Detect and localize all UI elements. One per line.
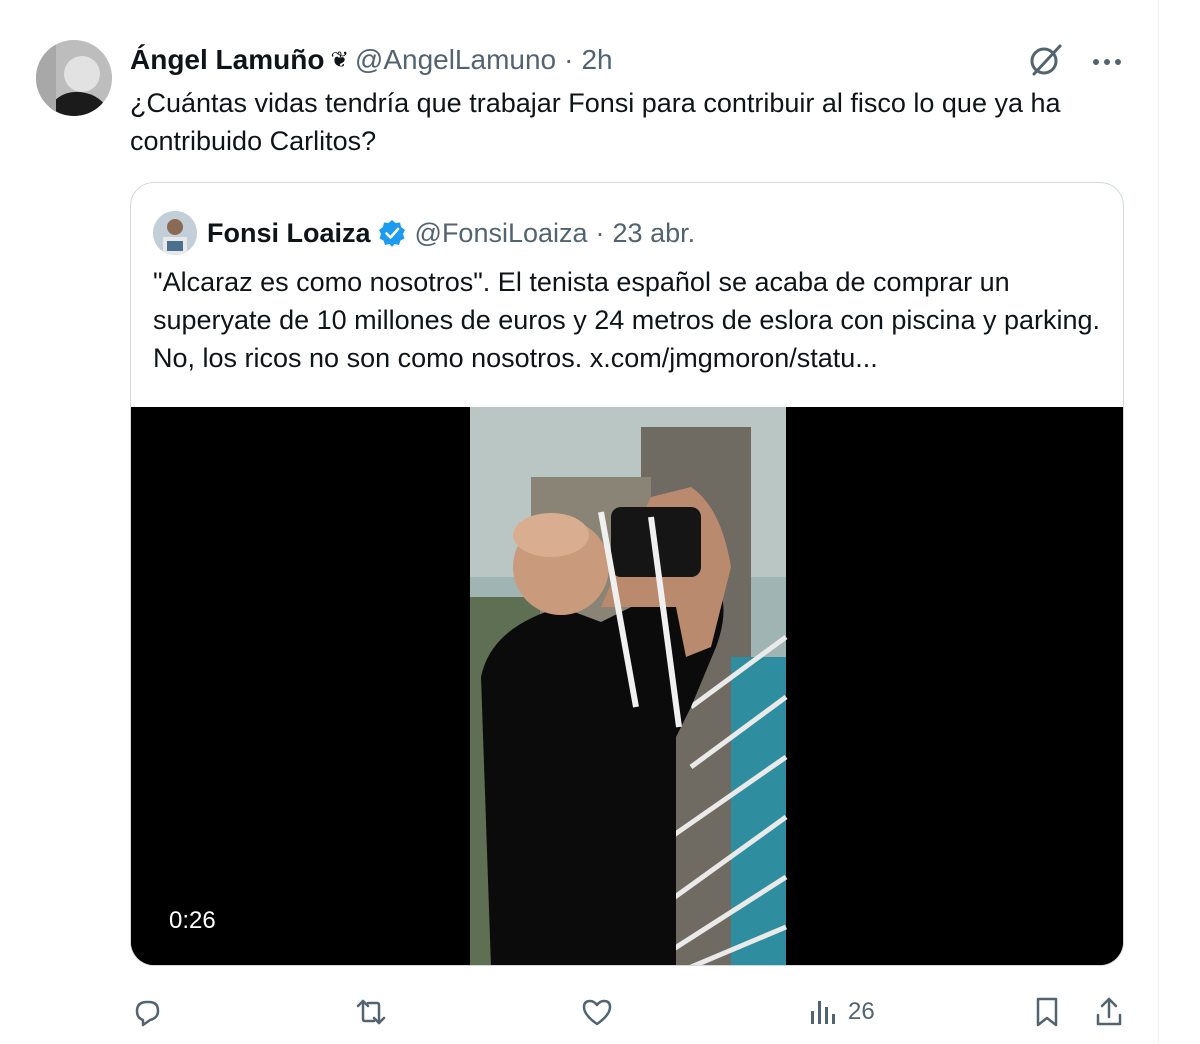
video-frame <box>131 407 1123 965</box>
views-count: 26 <box>848 998 875 1025</box>
bookmark-button[interactable] <box>1032 990 1062 1034</box>
tweet-header: Ángel Lamuño ❦ @AngelLamuno · 2h <box>130 40 613 80</box>
tweet-time[interactable]: 2h <box>581 44 612 76</box>
quoted-date[interactable]: 23 abr. <box>613 218 696 249</box>
author-avatar[interactable] <box>36 40 112 116</box>
quoted-separator: · <box>595 217 605 248</box>
share-icon <box>1094 995 1124 1029</box>
views-icon <box>808 997 838 1027</box>
like-icon <box>580 995 614 1029</box>
quoted-tweet[interactable]: Fonsi Loaiza @FonsiLoaiza · 23 abr. "Alc… <box>130 182 1124 966</box>
tweet-actions: 26 <box>130 990 1126 1034</box>
header-separator: · <box>564 44 574 75</box>
verified-badge-icon <box>377 218 407 248</box>
tweet[interactable]: Ángel Lamuño ❦ @AngelLamuno · 2h ¿Cuánta… <box>0 0 1160 1044</box>
video-duration: 0:26 <box>169 907 216 934</box>
author-handle[interactable]: @AngelLamuno <box>355 44 556 76</box>
retweet-icon <box>354 995 388 1029</box>
share-button[interactable] <box>1094 990 1124 1034</box>
more-icon[interactable] <box>1092 54 1122 72</box>
like-button[interactable] <box>580 990 614 1034</box>
reply-button[interactable] <box>130 990 164 1034</box>
tweet-text: ¿Cuántas vidas tendría que trabajar Fons… <box>130 88 1061 156</box>
quoted-text: "Alcaraz es como nosotros". El tenista e… <box>153 267 1101 373</box>
retweet-button[interactable] <box>354 990 388 1034</box>
quoted-video[interactable]: 0:26 <box>131 407 1123 965</box>
reply-icon <box>130 995 164 1029</box>
quoted-author-avatar[interactable] <box>153 211 197 255</box>
quoted-author-name[interactable]: Fonsi Loaiza <box>207 218 371 249</box>
quoted-author-handle[interactable]: @FonsiLoaiza <box>415 218 588 249</box>
grok-icon[interactable] <box>1028 42 1064 83</box>
author-name[interactable]: Ángel Lamuño <box>130 44 324 76</box>
quoted-header: Fonsi Loaiza @FonsiLoaiza · 23 abr. <box>153 211 695 255</box>
author-emoji: ❦ <box>330 47 349 72</box>
views-button[interactable]: 26 <box>808 990 875 1034</box>
tweet-top-actions <box>1028 42 1122 83</box>
bookmark-icon <box>1032 995 1062 1029</box>
